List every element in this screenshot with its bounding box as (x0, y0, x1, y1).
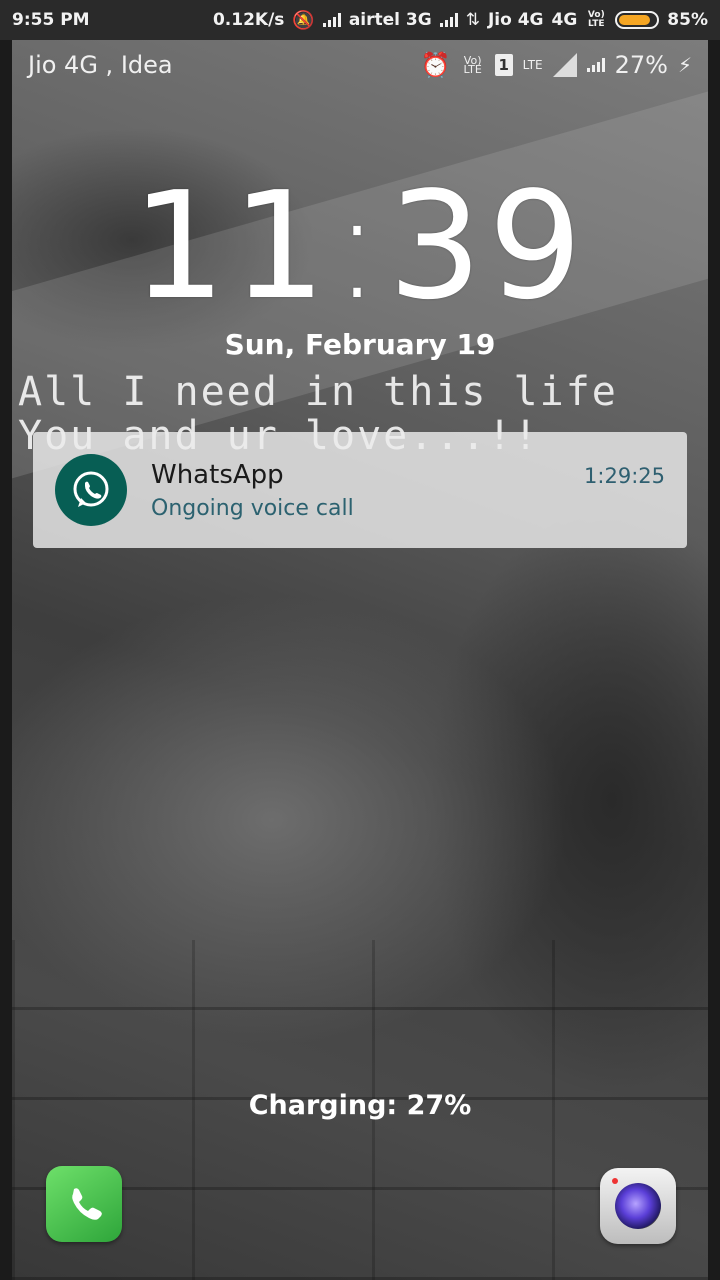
camera-icon (615, 1183, 661, 1229)
lock-screen: Jio 4G , Idea ⏰ Vo) LTE 1 LTE 27% ⚡ 11:3… (12, 40, 708, 1280)
sim-badge: 1 (494, 54, 513, 76)
camera-shortcut-button[interactable] (600, 1168, 676, 1244)
outer-status-bar: 9:55 PM 0.12K/s 🔕 airtel 3G ⇅ Jio 4G 4G … (0, 0, 720, 40)
volte-icon: Vo) LTE (587, 10, 605, 29)
notification-time: 1:29:25 (584, 464, 665, 488)
whatsapp-icon (55, 454, 127, 526)
net-type-label: 4G (551, 10, 578, 30)
phone-icon (72, 1188, 102, 1220)
notification-message: Ongoing voice call (151, 495, 354, 521)
clock-colon: : (332, 160, 388, 332)
lock-battery-percent: 27% (614, 51, 668, 79)
clock-minutes: 39 (387, 160, 589, 332)
charging-status: Charging: 27% (248, 1090, 472, 1121)
clock-hours: 11 (131, 160, 333, 332)
signal-icon-2 (439, 13, 458, 27)
lock-carrier: Jio 4G , Idea (28, 51, 173, 79)
quote-line-1: All I need in this life (18, 369, 618, 415)
notification-app-name: WhatsApp (151, 459, 284, 490)
lock-date: Sun, February 19 (224, 328, 496, 361)
net-speed: 0.12K/s (212, 10, 285, 30)
data-arrows-icon: ⇅ (465, 10, 480, 30)
carrier1-label: airtel 3G (348, 10, 432, 30)
outer-time: 9:55 PM (12, 10, 90, 30)
signal-icon-2 (586, 58, 605, 72)
carrier2-label: Jio 4G (487, 10, 544, 30)
lock-clock: 11:39 (12, 160, 708, 332)
battery-percent: 85% (667, 10, 708, 30)
signal-icon (552, 53, 577, 77)
phone-shortcut-button[interactable] (46, 1166, 122, 1242)
lock-status-icons: ⏰ Vo) LTE 1 LTE 27% ⚡ (421, 51, 692, 79)
whatsapp-notification[interactable]: WhatsApp Ongoing voice call 1:29:25 (33, 432, 687, 548)
alarm-icon: ⏰ (420, 51, 451, 79)
battery-fill (619, 15, 650, 25)
charging-bolt-icon: ⚡ (677, 53, 692, 77)
battery-icon (615, 11, 660, 29)
mute-bell-icon: 🔕 (292, 9, 315, 31)
outer-status-icons: 0.12K/s 🔕 airtel 3G ⇅ Jio 4G 4G Vo) LTE … (213, 10, 708, 31)
camera-indicator-dot (612, 1178, 618, 1184)
signal-icon (322, 13, 341, 27)
lte-icon: LTE (522, 57, 543, 72)
notification-text: WhatsApp Ongoing voice call (151, 460, 584, 521)
lock-status-bar: Jio 4G , Idea ⏰ Vo) LTE 1 LTE 27% ⚡ (12, 40, 708, 90)
volte-icon: Vo) LTE (463, 54, 482, 76)
